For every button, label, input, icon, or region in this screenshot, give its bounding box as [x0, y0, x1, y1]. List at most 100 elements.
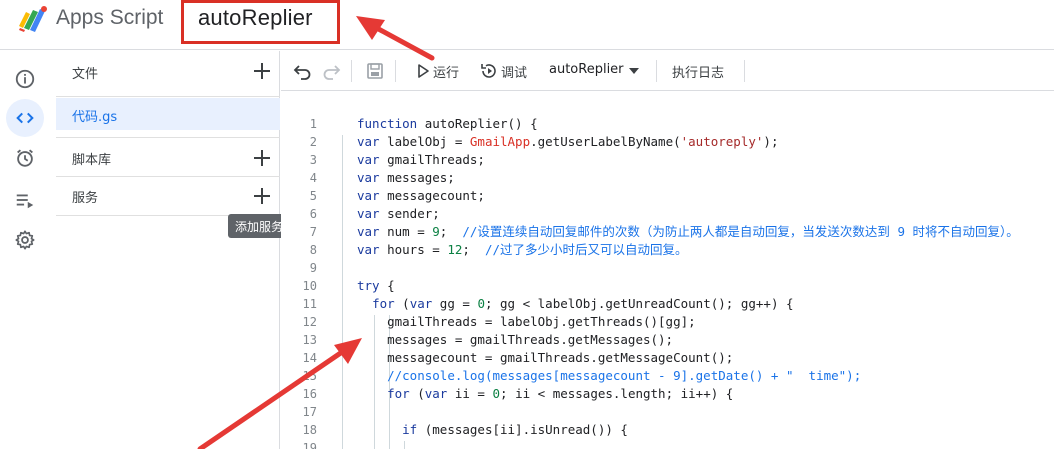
code-token: function — [357, 116, 418, 131]
code-token: var — [357, 170, 380, 185]
toolbar-divider — [744, 60, 745, 82]
executions-button[interactable] — [6, 181, 44, 219]
code-text: messages = gmailThreads.getMessages(); — [357, 331, 673, 349]
toolbar-divider — [351, 60, 352, 82]
code-token: 12 — [447, 242, 463, 257]
code-token: GmailApp — [469, 134, 531, 149]
line-number: 18 — [302, 423, 317, 437]
code-token: (messages[ii].isUnread()) { — [417, 422, 628, 437]
line-number: 15 — [302, 369, 317, 383]
redo-icon[interactable] — [321, 61, 341, 81]
code-token: try — [357, 278, 380, 293]
code-token: gmailThreads; — [379, 152, 485, 167]
play-icon — [418, 64, 429, 78]
code-token: ; — [439, 224, 463, 239]
code-token: messagecount = gmailThreads.getMessageCo… — [357, 350, 734, 365]
editor-button[interactable] — [6, 99, 44, 137]
undo-icon[interactable] — [293, 61, 313, 81]
files-label: 文件 — [72, 67, 99, 82]
add-service-plus-icon[interactable] — [252, 186, 272, 206]
project-name[interactable]: autoReplier — [198, 5, 313, 31]
code-token: var — [424, 386, 448, 401]
code-token: var — [357, 206, 380, 221]
code-token: hours = — [379, 242, 448, 257]
line-number: 2 — [309, 135, 317, 149]
code-text: if (messages[ii].isUnread()) { — [357, 421, 628, 439]
code-token: //过了多少小时后又可以自动回复。 — [484, 242, 688, 257]
settings-button[interactable] — [6, 221, 44, 259]
code-text: var labelObj = GmailApp.getUserLabelByNa… — [357, 133, 778, 151]
code-text: for (var gg = 0; gg < labelObj.getUnread… — [357, 295, 794, 313]
code-token: { — [379, 278, 395, 293]
indent-guide — [342, 135, 343, 449]
toolbar-divider — [395, 60, 396, 82]
code-token: ( — [394, 296, 410, 311]
code-text: try { — [357, 277, 395, 295]
line-number: 10 — [302, 279, 317, 293]
line-number: 1 — [309, 117, 317, 131]
files-section-header: 文件 — [56, 51, 280, 97]
code-token: .getUserLabelByName( — [530, 134, 681, 149]
code-text: for (var ii = 0; ii < messages.length; i… — [357, 385, 733, 403]
code-token: var — [357, 188, 380, 203]
files-panel: 文件 代码.gs 脚本库 服务 — [56, 51, 280, 449]
debug-icon — [481, 64, 496, 78]
libraries-label: 脚本库 — [72, 153, 112, 168]
line-number: 4 — [309, 171, 317, 185]
code-editor[interactable]: 1 function autoReplier() { 2 var labelObj =… — [281, 91, 1054, 449]
code-token: ; gg < labelObj.getUnreadCount(); gg++) … — [484, 296, 794, 311]
code-token: ); — [763, 134, 779, 149]
code-text: var num = 9; //设置连续自动回复邮件的次数（为防止两人都是自动回复… — [357, 223, 1019, 241]
toolbar-divider — [656, 60, 657, 82]
add-file-plus-icon[interactable] — [252, 61, 272, 81]
line-number: 13 — [302, 333, 317, 347]
code-token: messages; — [379, 170, 455, 185]
line-number: 7 — [309, 225, 317, 239]
services-section-header: 服务 — [56, 177, 280, 216]
code-token: var — [409, 296, 433, 311]
code-text: function autoReplier() { — [357, 115, 538, 133]
save-icon[interactable] — [365, 61, 385, 81]
libraries-section-header: 脚本库 — [56, 137, 280, 177]
code-text: var sender; — [357, 205, 440, 223]
apps-script-logo-icon[interactable] — [16, 4, 50, 34]
code-text: //console.log(messages[messagecount - 9]… — [357, 367, 861, 385]
triggers-button[interactable] — [6, 139, 44, 177]
app-name: Apps Script — [56, 6, 164, 29]
file-item-label: 代码.gs — [72, 110, 118, 125]
debug-label: 调试 — [501, 66, 528, 81]
code-icon — [16, 112, 34, 124]
chevron-down-icon — [629, 68, 639, 74]
code-text: var messages; — [357, 169, 455, 187]
overview-button[interactable] — [6, 60, 44, 98]
code-token: 9 — [432, 224, 440, 239]
code-token: ; — [462, 242, 485, 257]
line-number: 19 — [302, 441, 317, 449]
code-token: var — [357, 242, 380, 257]
info-icon — [15, 69, 35, 89]
code-token: sender; — [379, 206, 440, 221]
editor-toolbar: 运行 调试 autoReplier 执行日志 — [281, 51, 1054, 91]
left-navigation-rail — [0, 51, 52, 449]
run-label: 运行 — [433, 66, 460, 81]
code-text: var messagecount; — [357, 187, 485, 205]
code-token: var — [357, 134, 380, 149]
line-number: 5 — [309, 189, 317, 203]
code-token: 0 — [477, 296, 485, 311]
code-token: labelObj = — [379, 134, 470, 149]
code-token: //console.log(messages[messagecount - 9]… — [387, 368, 862, 383]
code-token: for — [387, 386, 410, 401]
executions-icon — [16, 194, 34, 209]
file-item-code-gs[interactable]: 代码.gs — [56, 98, 280, 130]
alarm-icon — [17, 149, 33, 167]
code-token: ii = — [447, 386, 493, 401]
code-token: 0 — [492, 386, 501, 401]
code-token: //设置连续自动回复邮件的次数（为防止两人都是自动回复，当发送次数达到 9 时将… — [462, 224, 1019, 239]
line-number: 6 — [309, 207, 317, 221]
code-token: if — [402, 422, 418, 437]
add-library-plus-icon[interactable] — [252, 148, 272, 168]
execution-log-button[interactable]: 执行日志 — [672, 62, 724, 81]
